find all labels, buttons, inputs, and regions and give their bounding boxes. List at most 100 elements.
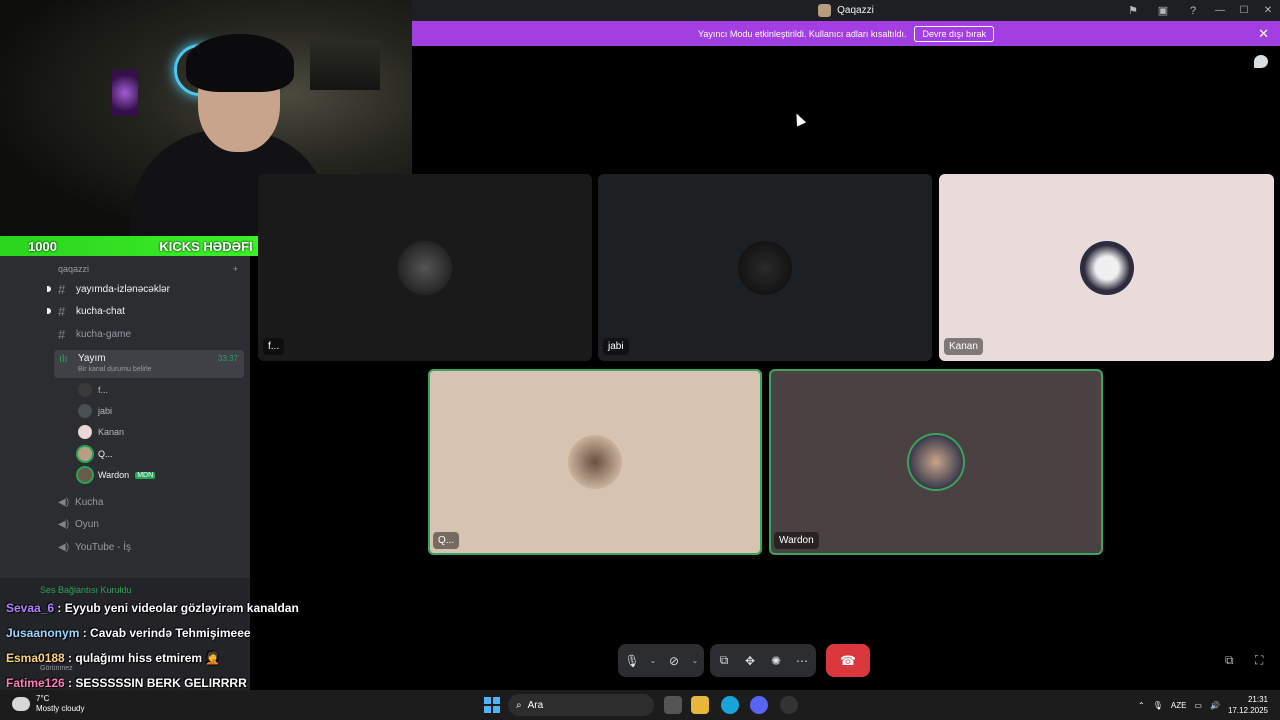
tile-name-label: Q... bbox=[433, 532, 460, 549]
flag-icon[interactable]: ⚑ bbox=[1118, 0, 1148, 21]
call-controls: 🎙 ⌄ ⊘ ⌄ ⧉ ✥ ✺ ⋯ ☎ bbox=[618, 644, 870, 677]
voice-channel-label: Kucha bbox=[75, 496, 104, 508]
close-icon[interactable]: ✕ bbox=[1258, 26, 1269, 42]
help-icon[interactable]: ? bbox=[1178, 0, 1208, 21]
channel-label: kucha-game bbox=[76, 328, 132, 340]
close-window-button[interactable]: ✕ bbox=[1256, 0, 1280, 21]
weather-widget[interactable]: 7°C Mostly cloudy bbox=[12, 694, 84, 714]
avatar bbox=[78, 468, 92, 482]
video-tile[interactable]: jabi bbox=[598, 174, 932, 361]
avatar bbox=[909, 435, 963, 489]
edge-icon[interactable] bbox=[721, 696, 739, 714]
voice-member[interactable]: Wardon MDN bbox=[78, 466, 156, 484]
minimize-button[interactable]: — bbox=[1208, 0, 1232, 21]
maximize-button[interactable]: ☐ bbox=[1232, 0, 1256, 21]
tile-name-label: Wardon bbox=[774, 532, 819, 549]
windows-start-icon[interactable] bbox=[484, 697, 500, 713]
voice-member[interactable]: jabi bbox=[78, 402, 112, 420]
disable-streamer-mode-button[interactable]: Devre dışı bırak bbox=[914, 25, 994, 42]
user-status-text: Görünmez bbox=[40, 665, 73, 672]
discord-icon[interactable] bbox=[750, 696, 768, 714]
voice-channel-item[interactable]: ◀) Oyun bbox=[58, 514, 99, 534]
chat-icon[interactable] bbox=[1254, 55, 1268, 68]
weather-desc: Mostly cloudy bbox=[36, 704, 85, 713]
video-tile[interactable]: f... bbox=[258, 174, 592, 361]
unread-indicator bbox=[47, 286, 51, 292]
voice-channel-timer: 33:37 bbox=[217, 354, 238, 363]
avatar bbox=[78, 447, 92, 461]
chevron-down-icon[interactable]: ⌄ bbox=[648, 656, 658, 665]
activity-group: ⧉ ✥ ✺ ⋯ bbox=[710, 644, 816, 677]
category-header[interactable]: qaqazzi + bbox=[58, 264, 238, 274]
soundboard-icon[interactable]: ✺ bbox=[766, 650, 786, 672]
channel-item[interactable]: # kucha-game bbox=[54, 324, 244, 344]
channel-label: kucha-chat bbox=[76, 305, 125, 317]
screen: 1000 KICKS HƏDƏFI 1000 Qaqazzi ⚑ ▣ ? — ☐… bbox=[0, 0, 1280, 720]
video-tile[interactable]: Wardon bbox=[769, 369, 1103, 555]
chat-message: Esma0188 : qulağımı hiss etmirem 🤦 bbox=[6, 651, 220, 665]
streamer-hair bbox=[186, 34, 294, 92]
title-bar: Qaqazzi ⚑ ▣ ? — ☐ ✕ bbox=[412, 0, 1280, 21]
chat-username: Fatime126 bbox=[6, 676, 65, 690]
member-name: jabi bbox=[98, 406, 113, 416]
member-name: f... bbox=[98, 385, 109, 395]
member-name: Kanan bbox=[98, 427, 125, 437]
avatar bbox=[78, 383, 92, 397]
tile-name-label: f... bbox=[263, 338, 285, 355]
voice-channel-status[interactable]: Bir kanal durumu belirle bbox=[78, 366, 152, 373]
video-tile[interactable]: Q... bbox=[428, 369, 762, 555]
screen-share-icon[interactable]: ⧉ bbox=[714, 650, 734, 672]
audio-video-group: 🎙 ⌄ ⊘ ⌄ bbox=[618, 644, 704, 677]
file-explorer-icon[interactable] bbox=[691, 696, 709, 714]
voice-channel-label: YouTube - İş bbox=[75, 541, 131, 553]
volume-icon[interactable]: 🔊 bbox=[1210, 701, 1220, 710]
tile-name-label: Kanan bbox=[944, 338, 983, 355]
disconnect-button[interactable]: ☎ bbox=[826, 644, 870, 677]
voice-member[interactable]: f... bbox=[78, 381, 108, 399]
active-voice-channel[interactable]: ılı Yayım 33:37 Bir kanal durumu belirle bbox=[54, 350, 244, 378]
voice-channel-name: Yayım bbox=[78, 353, 106, 364]
voice-channel-item[interactable]: ◀) Kucha bbox=[58, 492, 103, 512]
chat-text: : qulağımı hiss etmirem 🤦 bbox=[64, 651, 221, 665]
voice-member[interactable]: Kanan bbox=[78, 423, 124, 441]
more-icon[interactable]: ⋯ bbox=[792, 650, 812, 672]
activities-icon[interactable]: ✥ bbox=[740, 650, 760, 672]
task-view-icon[interactable] bbox=[664, 696, 682, 714]
inbox-icon[interactable]: ▣ bbox=[1148, 0, 1178, 21]
clock[interactable]: 21:31 17.12.2025 bbox=[1228, 694, 1268, 716]
chat-message: Sevaa_6 : Eyyub yeni videolar gözləyirəm… bbox=[6, 601, 299, 615]
avatar bbox=[1079, 240, 1134, 295]
video-tile[interactable]: Kanan bbox=[939, 174, 1274, 361]
popout-icon[interactable]: ⧉ bbox=[1225, 653, 1234, 668]
member-name: Q... bbox=[98, 449, 113, 459]
chevron-down-icon[interactable]: ⌄ bbox=[690, 656, 700, 665]
app-icon[interactable] bbox=[780, 696, 798, 714]
chat-text: : Eyyub yeni videolar gözləyirəm kanalda… bbox=[54, 601, 299, 615]
voice-member[interactable]: Q... bbox=[78, 445, 113, 463]
network-icon[interactable]: ▭ bbox=[1194, 701, 1202, 710]
purple-light bbox=[112, 70, 138, 116]
microphone-icon[interactable]: 🎙 bbox=[622, 650, 642, 672]
camera-off-icon[interactable]: ⊘ bbox=[664, 650, 684, 672]
channel-item[interactable]: # yayımda-izlənəcəklər bbox=[47, 279, 244, 299]
unread-indicator bbox=[47, 308, 51, 314]
add-channel-icon[interactable]: + bbox=[233, 264, 238, 274]
avatar bbox=[738, 240, 792, 295]
banner-text: Yayıncı Modu etkinleştirildi. Kullanıcı … bbox=[698, 28, 907, 39]
taskbar-search[interactable]: ⌕ Ara bbox=[508, 694, 654, 716]
weather-temp: 7°C bbox=[36, 694, 50, 703]
chevron-up-icon[interactable]: ⌃ bbox=[1138, 701, 1145, 710]
speaker-icon: ◀) bbox=[58, 541, 70, 553]
hash-icon: # bbox=[58, 303, 66, 319]
voice-channel-item[interactable]: ◀) YouTube - İş bbox=[58, 537, 131, 557]
channel-item[interactable]: # kucha-chat bbox=[47, 301, 244, 321]
avatar bbox=[398, 240, 452, 295]
language-indicator[interactable]: AZE bbox=[1171, 701, 1187, 710]
microphone-icon[interactable]: 🎙 bbox=[1153, 701, 1163, 710]
member-name: Wardon bbox=[98, 470, 130, 480]
voice-connection-status[interactable]: Ses Bağlantısı Kuruldu bbox=[40, 585, 132, 595]
streamer-mode-banner: Yayıncı Modu etkinleştirildi. Kullanıcı … bbox=[412, 21, 1280, 46]
window-title: Qaqazzi bbox=[818, 4, 874, 17]
member-tag-badge: MDN bbox=[135, 471, 156, 479]
fullscreen-icon[interactable]: ⛶ bbox=[1255, 653, 1263, 668]
